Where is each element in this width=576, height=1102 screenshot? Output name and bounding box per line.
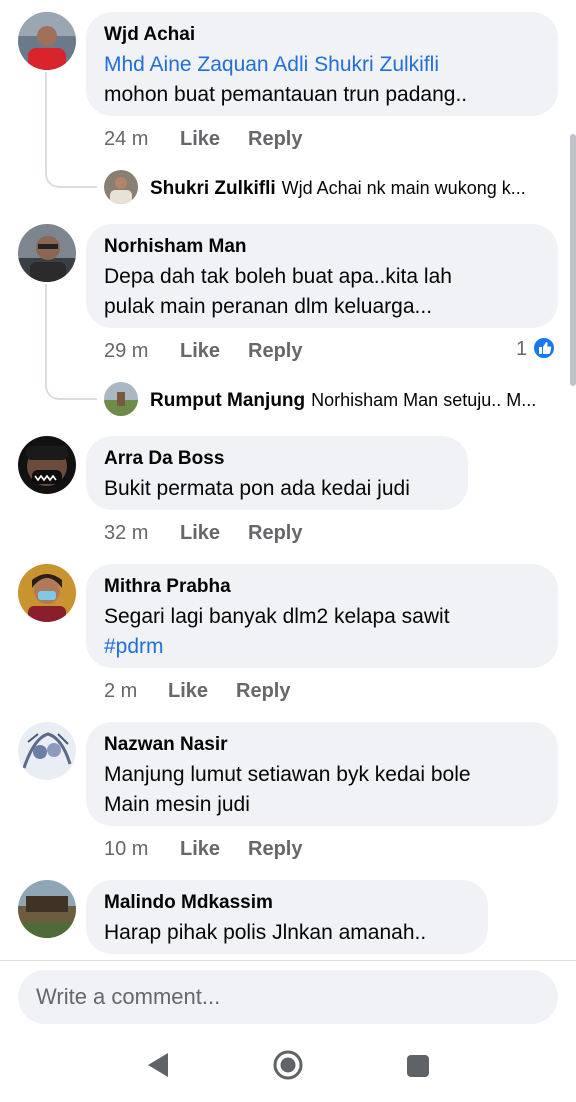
reply-button[interactable]: Reply	[248, 520, 302, 546]
comment-bubble[interactable]: Norhisham Man Depa dah tak boleh buat ap…	[86, 224, 558, 328]
like-button[interactable]: Like	[180, 126, 220, 152]
reply-author[interactable]: Rumput Manjung	[150, 390, 305, 411]
reply-button[interactable]: Reply	[248, 338, 302, 364]
comment-actions: 32 m Like Reply	[104, 520, 404, 546]
avatar-malindo-mdkassim[interactable]	[18, 880, 76, 938]
comment-thread: Wjd Achai Mhd Aine Zaquan Adli Shukri Zu…	[0, 0, 576, 960]
thread-connector	[45, 72, 97, 188]
comment-text: Bukit permata pon ada kedai judi	[104, 477, 410, 500]
comment-time[interactable]: 32 m	[104, 520, 148, 546]
reply-author[interactable]: Shukri Zulkifli	[150, 178, 276, 199]
comment-time[interactable]: 24 m	[104, 126, 148, 152]
avatar-norhisham-man[interactable]	[18, 224, 76, 282]
comment-bubble[interactable]: Mithra Prabha Segari lagi banyak dlm2 ke…	[86, 564, 558, 668]
comment-text: mohon buat pemantauan trun padang..	[104, 83, 468, 106]
back-triangle-icon[interactable]	[144, 1050, 172, 1080]
reply-preview[interactable]: Rumput Manjung Norhisham Man setuju.. M..…	[150, 382, 560, 418]
comment-author[interactable]: Wjd Achai	[104, 24, 540, 46]
comment-bubble[interactable]: Wjd Achai Mhd Aine Zaquan Adli Shukri Zu…	[86, 12, 558, 116]
avatar-nazwan-nasir[interactable]	[18, 722, 76, 780]
like-button[interactable]: Like	[180, 520, 220, 546]
comment-text: Harap pihak polis Jlnkan amanah..	[104, 921, 427, 944]
thumbs-up-icon[interactable]	[532, 336, 556, 360]
comment-actions: 10 m Like Reply	[104, 836, 404, 862]
comment-text: Segari lagi banyak dlm2 kelapa sawit	[104, 605, 450, 628]
comment-bubble[interactable]: Arra Da Boss Bukit permata pon ada kedai…	[86, 436, 468, 510]
hashtag-link[interactable]: #pdrm	[104, 632, 540, 662]
comment-author[interactable]: Norhisham Man	[104, 236, 540, 258]
reply-button[interactable]: Reply	[248, 126, 302, 152]
comment-actions: 2 m Like Reply	[104, 678, 404, 704]
avatar-wjd-achai[interactable]	[18, 12, 76, 70]
reply-button[interactable]: Reply	[248, 836, 302, 862]
comment-text-line: Depa dah tak boleh buat apa..kita lah	[104, 265, 452, 288]
comment-author[interactable]: Malindo Mdkassim	[104, 892, 470, 914]
comment-input[interactable]	[18, 970, 558, 1024]
comment-bubble[interactable]: Nazwan Nasir Manjung lumut setiawan byk …	[86, 722, 558, 826]
comment-text-line: Manjung lumut setiawan byk kedai bole	[104, 763, 471, 786]
comment-text-line: Main mesin judi	[104, 793, 250, 816]
comment-time[interactable]: 10 m	[104, 836, 148, 862]
comment-actions: 24 m Like Reply	[104, 126, 404, 152]
scrollbar[interactable]	[570, 134, 576, 386]
reply-preview[interactable]: Shukri Zulkifli Wjd Achai nk main wukong …	[150, 170, 560, 206]
comment-author[interactable]: Mithra Prabha	[104, 576, 540, 598]
avatar-mithra-prabha[interactable]	[18, 564, 76, 622]
thread-connector	[45, 284, 97, 400]
composer-divider	[0, 960, 576, 961]
reply-text: Norhisham Man setuju.. M...	[311, 390, 537, 410]
avatar-rumput-manjung[interactable]	[104, 382, 138, 416]
comment-time[interactable]: 29 m	[104, 338, 148, 364]
comment-author[interactable]: Nazwan Nasir	[104, 734, 540, 756]
home-circle-icon[interactable]	[272, 1049, 304, 1081]
comment-bubble[interactable]: Malindo Mdkassim Harap pihak polis Jlnka…	[86, 880, 488, 954]
reply-text: Wjd Achai nk main wukong k...	[281, 178, 526, 198]
avatar-arra-da-boss[interactable]	[18, 436, 76, 494]
like-button[interactable]: Like	[180, 338, 220, 364]
comment-text-line: pulak main peranan dlm keluarga...	[104, 295, 433, 318]
mention-link[interactable]: Mhd Aine Zaquan Adli Shukri Zulkifli	[104, 50, 540, 80]
like-button[interactable]: Like	[180, 836, 220, 862]
comment-time[interactable]: 2 m	[104, 678, 137, 704]
recents-square-icon[interactable]	[406, 1054, 430, 1078]
reply-button[interactable]: Reply	[236, 678, 290, 704]
comment-actions: 29 m Like Reply	[104, 338, 404, 364]
avatar-shukri-zulkifli[interactable]	[104, 170, 138, 204]
reaction-count[interactable]: 1	[516, 336, 527, 362]
system-navigation-bar	[0, 1030, 576, 1102]
comment-author[interactable]: Arra Da Boss	[104, 448, 450, 470]
like-button[interactable]: Like	[168, 678, 208, 704]
